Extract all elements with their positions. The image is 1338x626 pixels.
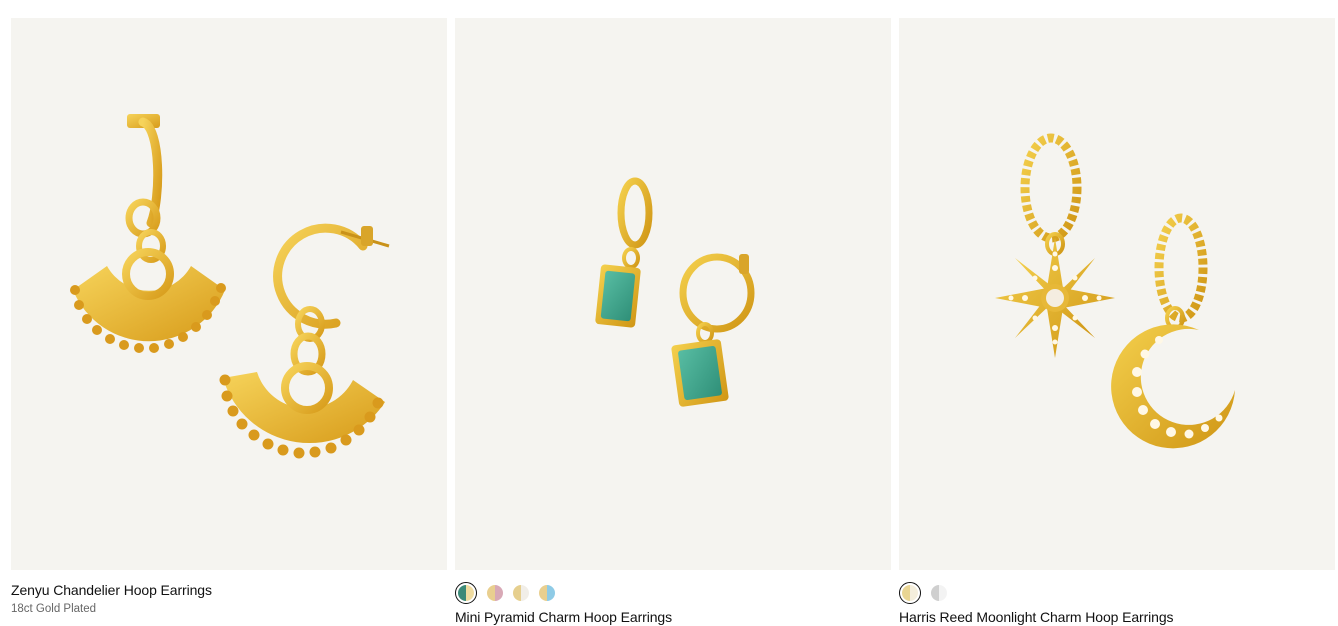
product-title[interactable]: Zenyu Chandelier Hoop Earrings xyxy=(11,581,447,599)
product-material: 18ct Gold Plated xyxy=(11,603,97,615)
color-swatch[interactable] xyxy=(513,585,529,601)
fan-chandelier-earrings-image xyxy=(70,114,390,459)
product-card-harris-reed[interactable]: Harris Reed Moonlight Charm Hoop Earring… xyxy=(899,18,1335,626)
product-title[interactable]: Mini Pyramid Charm Hoop Earrings xyxy=(455,608,891,626)
amazonite-charm-hoop-earrings-image xyxy=(595,177,755,407)
product-image-zenyu[interactable] xyxy=(11,18,447,570)
star-moon-charm-earrings-image xyxy=(995,133,1235,449)
product-card-mini-pyramid[interactable]: Mini Pyramid Charm Hoop Earrings xyxy=(455,18,891,626)
product-image-mini-pyramid[interactable] xyxy=(455,18,891,570)
color-swatch[interactable] xyxy=(931,585,947,601)
product-image-harris-reed[interactable] xyxy=(899,18,1335,570)
color-swatch[interactable] xyxy=(899,582,921,604)
color-swatch[interactable] xyxy=(539,585,555,601)
product-title[interactable]: Harris Reed Moonlight Charm Hoop Earring… xyxy=(899,608,1335,626)
color-swatch[interactable] xyxy=(487,585,503,601)
color-swatches xyxy=(899,582,1335,604)
product-card-zenyu[interactable]: Zenyu Chandelier Hoop Earrings 18ct Gold… xyxy=(11,18,447,615)
color-swatch[interactable] xyxy=(455,582,477,604)
color-swatches xyxy=(455,582,891,604)
